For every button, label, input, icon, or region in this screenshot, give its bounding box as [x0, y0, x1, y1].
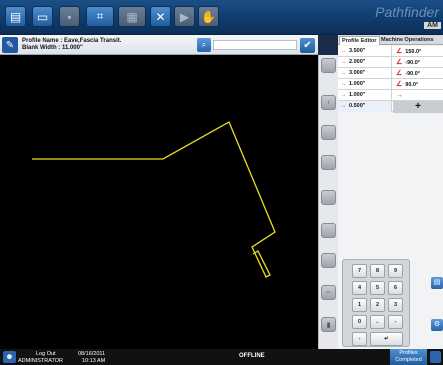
completed-line-1: Profiles: [399, 350, 418, 356]
completed-line-2: Completed: [395, 357, 422, 363]
profile-name-label: Profile Name :: [22, 38, 63, 44]
angle-icon: ∠: [396, 48, 403, 55]
length-icon: ↔: [341, 48, 346, 54]
key-enter[interactable]: ↵: [370, 332, 403, 346]
segment-length: 0.500": [349, 103, 366, 109]
segment-angle: -90.0°: [405, 60, 421, 66]
trash-icon[interactable]: ▮: [321, 317, 336, 332]
length-icon: ↔: [341, 81, 346, 87]
status-right-icon[interactable]: [430, 351, 441, 363]
tab-machine-operations[interactable]: Machine Operations: [379, 36, 436, 45]
document-icon[interactable]: ▤: [5, 6, 26, 27]
profile-drawing: [32, 121, 276, 278]
check-icon[interactable]: ✔: [300, 38, 315, 53]
profile-name-value: Eave,Fascia Transit.: [64, 38, 122, 44]
segment-tool-7[interactable]: [321, 253, 336, 268]
main-toolbar: ▤ ▭ ▪ ⌗ ▦ ✕ ▶ ✋ Pathfinder AM: [0, 0, 443, 35]
hand-icon[interactable]: ✋: [198, 6, 219, 27]
profile-name: Profile Name : Eave,Fascia Transit.: [22, 38, 121, 45]
key-8[interactable]: 8: [370, 264, 385, 278]
key-1[interactable]: 1: [352, 298, 367, 312]
status-bar: ☻ Log Out ADMINISTRATOR 08/16/2011 10:13…: [0, 349, 443, 365]
profile-info-bar: ✎ Profile Name : Eave,Fascia Transit. Bl…: [0, 35, 318, 55]
key-3[interactable]: 3: [388, 298, 403, 312]
hem-icon: →: [396, 92, 403, 99]
key-9[interactable]: 9: [388, 264, 403, 278]
arrow-left-icon[interactable]: ‹: [321, 95, 336, 110]
profile-canvas[interactable]: [0, 55, 318, 349]
folder-icon[interactable]: ▭: [32, 6, 53, 27]
length-icon: ↔: [341, 103, 346, 109]
segment-angle: 90.0°: [405, 82, 419, 88]
numeric-keypad: 7 8 9 4 5 6 1 2 3 0 ← - - ↵: [342, 259, 410, 347]
key-minus-2[interactable]: -: [352, 332, 367, 346]
table-row[interactable]: ↔ 1.000" ∠ 90.0°: [338, 79, 443, 90]
segment-tool-3[interactable]: [321, 125, 336, 140]
table-row[interactable]: ↔ 1.000" →: [338, 90, 443, 101]
segment-length: 1.000": [349, 81, 366, 87]
table-row[interactable]: ↔ 2.000" ∠ -90.0°: [338, 57, 443, 68]
segment-table: ↔ 3.500" ∠ 150.0° ↔ 2.000" ∠ -90.0° ↔ 3.000" …: [338, 46, 443, 113]
key-4[interactable]: 4: [352, 281, 367, 295]
key-5[interactable]: 5: [370, 281, 385, 295]
pencil-icon[interactable]: ✎: [2, 37, 18, 53]
segment-length: 3.000": [349, 70, 366, 76]
profile-line: [32, 121, 276, 278]
keyboard-icon[interactable]: ▤: [431, 277, 443, 289]
blank-width-label: Blank Width :: [22, 45, 61, 51]
blank-width: Blank Width : 11.000": [22, 45, 83, 52]
panel-tabs: Profile Editor Machine Operations: [338, 35, 443, 45]
segment-tool-column: ‹ ⇔ ▮: [318, 55, 338, 349]
angle-icon: ∠: [396, 70, 403, 77]
status-date: 08/16/2011: [78, 351, 106, 357]
segment-tool-5[interactable]: [321, 190, 336, 205]
segment-length: 3.500": [349, 48, 366, 54]
segment-tool-6[interactable]: [321, 223, 336, 238]
table-row[interactable]: ↔ 3.500" ∠ 150.0°: [338, 46, 443, 57]
save-icon[interactable]: ▪: [59, 6, 80, 27]
key-0[interactable]: 0: [352, 315, 367, 329]
length-icon: ↔: [341, 92, 346, 98]
key-6[interactable]: 6: [388, 281, 403, 295]
key-minus[interactable]: -: [388, 315, 403, 329]
app-window: ▤ ▭ ▪ ⌗ ▦ ✕ ▶ ✋ Pathfinder AM ✎ Profile …: [0, 0, 443, 365]
settings-icon[interactable]: ⚙: [431, 319, 443, 331]
segment-angle: 150.0°: [405, 49, 422, 55]
tab-profile-editor[interactable]: Profile Editor: [339, 36, 380, 45]
play-icon[interactable]: ▶: [174, 6, 195, 27]
profiles-completed-button[interactable]: Profiles Completed: [390, 349, 427, 365]
tools-icon[interactable]: ✕: [150, 6, 171, 27]
connection-status: OFFLINE: [239, 353, 265, 359]
split-icon[interactable]: ⇔: [321, 285, 336, 300]
key-backspace[interactable]: ←: [370, 315, 385, 329]
segment-angle: -90.0°: [405, 71, 421, 77]
brand-logo: Pathfinder: [375, 4, 439, 20]
brand-sub-logo: AM: [424, 22, 441, 29]
add-segment-button[interactable]: +: [393, 101, 443, 113]
logout-link[interactable]: Log Out: [36, 351, 56, 357]
search-input[interactable]: [213, 40, 297, 50]
table-row[interactable]: ↔ 0.500" +: [338, 101, 443, 113]
status-time: 10:13 AM: [82, 358, 106, 364]
blank-width-value: 11.000": [61, 45, 83, 51]
length-icon: ↔: [341, 70, 346, 76]
layers-icon[interactable]: ⌗: [86, 6, 114, 27]
key-2[interactable]: 2: [370, 298, 385, 312]
segment-tool-1[interactable]: [321, 58, 336, 73]
key-7[interactable]: 7: [352, 264, 367, 278]
length-icon: ↔: [341, 59, 346, 65]
segment-length: 2.000": [349, 59, 366, 65]
profile-editor-panel: Profile Editor Machine Operations ↔ 3.500…: [338, 35, 443, 349]
segment-tool-4[interactable]: [321, 155, 336, 170]
angle-icon: ∠: [396, 59, 403, 66]
grid-icon[interactable]: ▦: [118, 6, 146, 27]
table-row[interactable]: ↔ 3.000" ∠ -90.0°: [338, 68, 443, 79]
user-name: ADMINISTRATOR: [18, 358, 64, 364]
user-icon[interactable]: ☻: [3, 351, 16, 363]
segment-length: 1.000": [349, 92, 366, 98]
search-icon[interactable]: ⌕: [197, 38, 211, 52]
angle-icon: ∠: [396, 81, 403, 88]
